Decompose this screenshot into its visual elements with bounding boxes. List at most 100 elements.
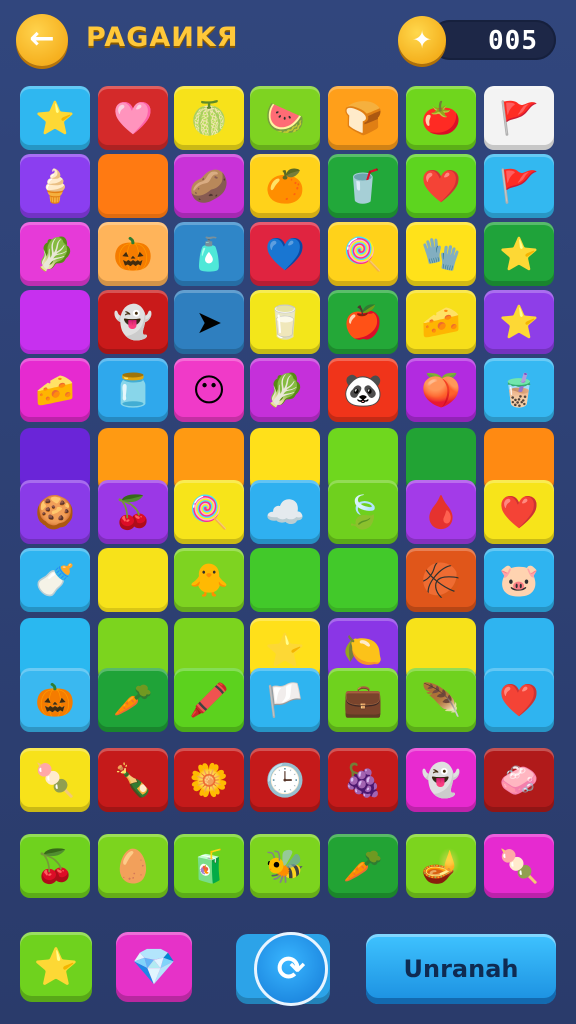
tile-r3-c2[interactable]: 🎃	[98, 222, 168, 286]
briefcase-icon: 💼	[343, 681, 383, 719]
tile-r2-c4[interactable]: 🍊	[250, 154, 320, 218]
tile-r5-c4[interactable]: 🥬	[250, 358, 320, 422]
ghost-icon: 👻	[113, 303, 153, 341]
popsicle-icon: 🍡	[499, 847, 539, 885]
tile-r10-c1[interactable]: 🎃	[20, 668, 90, 732]
gem-icon: 💎	[131, 947, 177, 988]
tile-r12-c4[interactable]: 🐝	[250, 834, 320, 898]
tile-r3-c6[interactable]: 🧤	[406, 222, 476, 286]
tile-r1-c4[interactable]: 🍉	[250, 86, 320, 150]
tile-r2-c5[interactable]: 🥤	[328, 154, 398, 218]
tile-r8-c4[interactable]	[250, 548, 320, 612]
tile-r10-c2[interactable]: 🥕	[98, 668, 168, 732]
tile-r10-c3[interactable]: 🖍️	[174, 668, 244, 732]
drop-icon: 🩸	[421, 493, 461, 531]
ice-cream-icon: 🍦	[35, 167, 75, 205]
tile-r1-c7[interactable]: 🚩	[484, 86, 554, 150]
lollipop-icon: 🍭	[189, 493, 229, 531]
tile-r5-c2[interactable]: 🫙	[98, 358, 168, 422]
heart-icon: 💙	[265, 235, 305, 273]
tile-r7-c5[interactable]: 🍃	[328, 480, 398, 544]
tile-r12-c5[interactable]: 🥕	[328, 834, 398, 898]
heart-icon: ❤️	[499, 681, 539, 719]
tile-r3-c7[interactable]: ⭐	[484, 222, 554, 286]
flag-icon: 🚩	[499, 167, 539, 205]
tile-r5-c1[interactable]: 🧀	[20, 358, 90, 422]
star-icon: ⭐	[35, 99, 75, 137]
tile-r8-c7[interactable]: 🐷	[484, 548, 554, 612]
potato-icon: 🥔	[189, 167, 229, 205]
flower-icon: 🌼	[189, 761, 229, 799]
tile-r12-c3[interactable]: 🧃	[174, 834, 244, 898]
bee-icon: 🐝	[265, 847, 305, 885]
tile-r3-c5[interactable]: 🍭	[328, 222, 398, 286]
tile-r7-c4[interactable]: ☁️	[250, 480, 320, 544]
tile-r2-c2[interactable]	[98, 154, 168, 218]
tile-r10-c4[interactable]: 🏳️	[250, 668, 320, 732]
tile-r10-c6[interactable]: 🪶	[406, 668, 476, 732]
star-button[interactable]: ⭐	[20, 932, 92, 1002]
tile-r5-c3[interactable]: 😶	[174, 358, 244, 422]
face-icon: 😶	[192, 371, 226, 409]
tile-r4-c2[interactable]: 👻	[98, 290, 168, 354]
tile-r12-c1[interactable]: 🍒	[20, 834, 90, 898]
tile-r7-c7[interactable]: ❤️	[484, 480, 554, 544]
tile-r12-c2[interactable]: 🥚	[98, 834, 168, 898]
popsicle-icon: 🍭	[343, 235, 383, 273]
tile-r11-c1[interactable]: 🍡	[20, 748, 90, 812]
tile-r7-c1[interactable]: 🍪	[20, 480, 90, 544]
bottle-icon: 🧃	[189, 847, 229, 885]
tile-r4-c6[interactable]: 🧀	[406, 290, 476, 354]
cookie-icon: 🍪	[35, 493, 75, 531]
tile-r5-c5[interactable]: 🐼	[328, 358, 398, 422]
tile-r2-c7[interactable]: 🚩	[484, 154, 554, 218]
tile-r8-c1[interactable]: 🍼	[20, 548, 90, 612]
bread-icon: 🍞	[343, 99, 383, 137]
tile-r2-c1[interactable]: 🍦	[20, 154, 90, 218]
tile-r2-c3[interactable]: 🥔	[174, 154, 244, 218]
tile-r7-c2[interactable]: 🍒	[98, 480, 168, 544]
tile-r8-c5[interactable]	[328, 548, 398, 612]
tile-r11-c4[interactable]: 🕒	[250, 748, 320, 812]
tile-r3-c1[interactable]: 🥬	[20, 222, 90, 286]
tile-r5-c7[interactable]: 🧋	[484, 358, 554, 422]
tile-r7-c3[interactable]: 🍭	[174, 480, 244, 544]
tile-r3-c3[interactable]: 🧴	[174, 222, 244, 286]
gem-button[interactable]: 💎	[116, 932, 192, 1002]
tile-r4-c7[interactable]: ⭐	[484, 290, 554, 354]
star-icon: ⭐	[499, 235, 539, 273]
tile-r1-c6[interactable]: 🍅	[406, 86, 476, 150]
tile-r4-c5[interactable]: 🍎	[328, 290, 398, 354]
back-button[interactable]: ←	[16, 14, 68, 66]
tile-r11-c5[interactable]: 🍇	[328, 748, 398, 812]
refresh-button[interactable]: ⟳	[254, 932, 328, 1006]
tile-r1-c2[interactable]: 🩷	[98, 86, 168, 150]
tile-r8-c2[interactable]	[98, 548, 168, 612]
tile-r11-c7[interactable]: 🧼	[484, 748, 554, 812]
tile-r3-c4[interactable]: 💙	[250, 222, 320, 286]
flag-icon: 🚩	[499, 99, 539, 137]
tile-r2-c6[interactable]: ❤️	[406, 154, 476, 218]
tile-r8-c3[interactable]: 🐥	[174, 548, 244, 612]
arrow-icon: ➤	[195, 303, 223, 341]
tile-r12-c7[interactable]: 🍡	[484, 834, 554, 898]
tile-r1-c5[interactable]: 🍞	[328, 86, 398, 150]
tile-r12-c6[interactable]: 🪔	[406, 834, 476, 898]
tile-r8-c6[interactable]: 🏀	[406, 548, 476, 612]
cheese-icon: 🧀	[35, 371, 75, 409]
tile-r11-c2[interactable]: 🍾	[98, 748, 168, 812]
tile-r1-c3[interactable]: 🍈	[174, 86, 244, 150]
tile-r7-c6[interactable]: 🩸	[406, 480, 476, 544]
tile-r4-c3[interactable]: ➤	[174, 290, 244, 354]
tile-r4-c1[interactable]	[20, 290, 90, 354]
tile-r5-c6[interactable]: 🍑	[406, 358, 476, 422]
leaf-icon: 🥬	[35, 235, 75, 273]
tile-r10-c5[interactable]: 💼	[328, 668, 398, 732]
tile-r11-c3[interactable]: 🌼	[174, 748, 244, 812]
tile-r10-c7[interactable]: ❤️	[484, 668, 554, 732]
glove-icon: 🧤	[421, 235, 461, 273]
action-button[interactable]: Unranah	[366, 934, 556, 1004]
tile-r4-c4[interactable]: 🥛	[250, 290, 320, 354]
tile-r11-c6[interactable]: 👻	[406, 748, 476, 812]
tile-r1-c1[interactable]: ⭐	[20, 86, 90, 150]
